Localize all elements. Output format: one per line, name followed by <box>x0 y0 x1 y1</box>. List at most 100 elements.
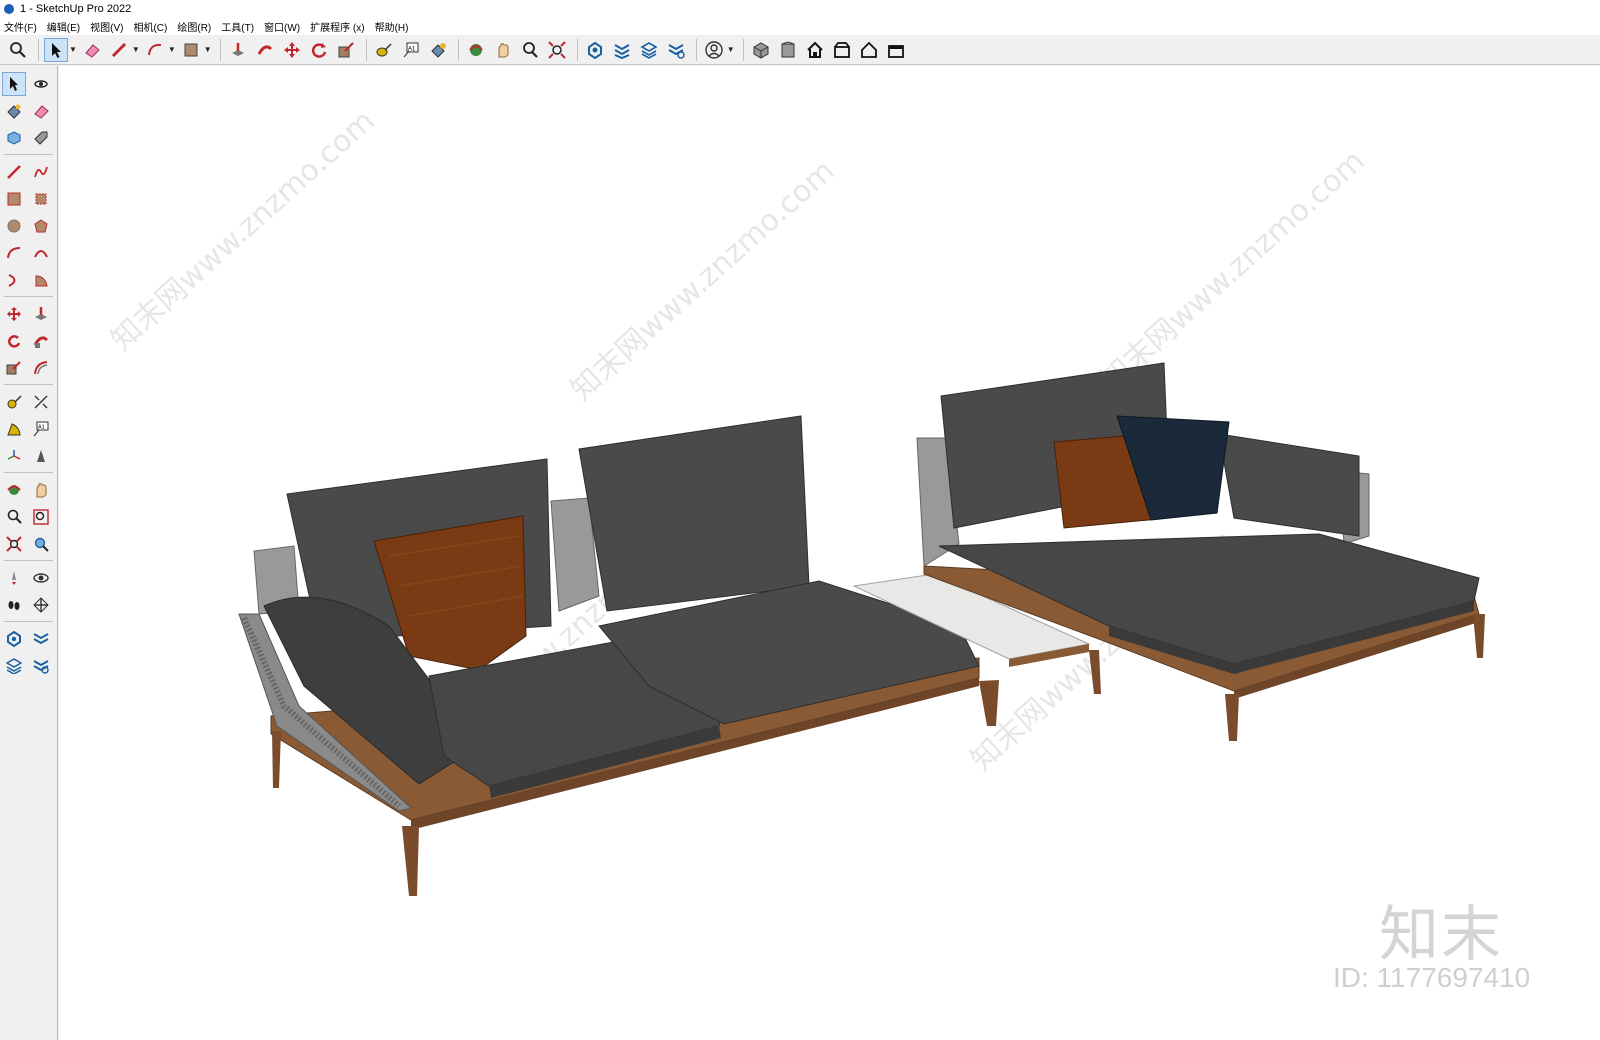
left-sofa-leg <box>979 680 999 726</box>
solid-tools-icon[interactable] <box>29 654 53 678</box>
rotated-rectangle-icon[interactable] <box>29 187 53 211</box>
walk-icon[interactable] <box>2 593 26 617</box>
front-view-icon[interactable] <box>776 38 800 62</box>
toolbar-separator <box>4 472 53 473</box>
zoom-icon[interactable] <box>2 505 26 529</box>
top-view-icon[interactable] <box>830 38 854 62</box>
pencil-dropdown-icon[interactable]: ▼ <box>132 45 140 54</box>
follow-me-icon[interactable] <box>253 38 277 62</box>
text-icon[interactable]: A1 <box>29 417 53 441</box>
follow-me-icon[interactable] <box>29 329 53 353</box>
axes-icon[interactable] <box>2 444 26 468</box>
right-view-icon[interactable] <box>884 38 908 62</box>
layout-icon[interactable] <box>2 654 26 678</box>
menu-bar: 文件(F) 编辑(E) 视图(V) 相机(C) 绘图(R) 工具(T) 窗口(W… <box>0 18 1600 35</box>
position-camera-icon[interactable] <box>2 566 26 590</box>
warehouse-icon[interactable] <box>2 627 26 651</box>
zoom-window-icon[interactable] <box>29 505 53 529</box>
select-icon[interactable] <box>2 71 26 96</box>
zoom-icon[interactable] <box>6 38 30 62</box>
tag-icon[interactable] <box>29 126 53 150</box>
account-dropdown-icon[interactable]: ▼ <box>727 45 735 54</box>
extension-warehouse-icon[interactable] <box>610 38 634 62</box>
menu-camera[interactable]: 相机(C) <box>133 19 167 34</box>
zoom-window-icon[interactable] <box>518 38 542 62</box>
arc-icon[interactable] <box>143 38 167 62</box>
zoom-extents-icon[interactable] <box>2 532 26 556</box>
select-dropdown-icon[interactable]: ▼ <box>69 45 77 54</box>
toolbar-separator <box>4 384 53 385</box>
section-plane-icon[interactable] <box>29 593 53 617</box>
offset-icon[interactable] <box>29 356 53 380</box>
right-sofa-leg <box>1225 694 1239 741</box>
push-pull-icon[interactable] <box>226 38 250 62</box>
3d-text-icon[interactable] <box>29 444 53 468</box>
home-icon[interactable] <box>803 38 827 62</box>
left-sofa-leg <box>402 826 419 896</box>
orbit-icon[interactable] <box>464 38 488 62</box>
tape-measure-icon[interactable] <box>372 38 396 62</box>
line-icon[interactable] <box>2 160 26 184</box>
scale-icon[interactable] <box>334 38 358 62</box>
component-icon[interactable] <box>2 126 26 150</box>
menu-window[interactable]: 窗口(W) <box>264 19 300 34</box>
arc-icon[interactable] <box>2 241 26 265</box>
sketchup-logo-icon <box>4 4 14 14</box>
scale-icon[interactable] <box>2 356 26 380</box>
rectangle-icon[interactable] <box>2 187 26 211</box>
right-sofa-leg <box>1473 614 1485 658</box>
extension-icon[interactable] <box>29 627 53 651</box>
pie-icon[interactable] <box>29 268 53 292</box>
toolbar-separator <box>742 38 744 61</box>
dimension-icon[interactable] <box>29 390 53 414</box>
circle-icon[interactable] <box>2 214 26 238</box>
menu-draw[interactable]: 绘图(R) <box>177 19 211 34</box>
text-icon[interactable]: A1 <box>399 38 423 62</box>
eraser-icon[interactable] <box>80 38 104 62</box>
freehand-icon[interactable] <box>29 160 53 184</box>
toolbar-separator <box>365 38 367 61</box>
tape-measure-icon[interactable] <box>2 390 26 414</box>
arc-dropdown-icon[interactable]: ▼ <box>168 45 176 54</box>
orbit-tool-icon[interactable] <box>2 478 26 502</box>
menu-edit[interactable]: 编辑(E) <box>47 19 80 34</box>
zoom-extents-icon[interactable] <box>545 38 569 62</box>
layout-icon[interactable] <box>637 38 661 62</box>
solid-tools-icon[interactable] <box>664 38 688 62</box>
look-around-icon[interactable] <box>29 566 53 590</box>
menu-extensions[interactable]: 扩展程序 (x) <box>310 19 364 34</box>
top-toolbar: ▼ ▼ ▼ ▼ A1 ▼ <box>0 35 1600 65</box>
previous-view-icon[interactable] <box>29 532 53 556</box>
orbit-icon[interactable] <box>29 72 53 96</box>
two-point-arc-icon[interactable] <box>29 241 53 265</box>
3d-viewport[interactable]: 知末网www.znzmo.com 知末网www.znzmo.com 知末网www… <box>59 66 1600 1040</box>
menu-view[interactable]: 视图(V) <box>90 19 123 34</box>
rectangle-icon[interactable] <box>179 38 203 62</box>
protractor-icon[interactable] <box>2 417 26 441</box>
iso-view-icon[interactable] <box>749 38 773 62</box>
paint-bucket-icon[interactable] <box>2 99 26 123</box>
move-icon[interactable] <box>280 38 304 62</box>
toolbar-separator <box>4 154 53 155</box>
polygon-icon[interactable] <box>29 214 53 238</box>
push-pull-icon[interactable] <box>29 302 53 326</box>
house-icon[interactable] <box>857 38 881 62</box>
menu-tools[interactable]: 工具(T) <box>221 19 254 34</box>
eraser-icon[interactable] <box>29 99 53 123</box>
menu-file[interactable]: 文件(F) <box>4 19 37 34</box>
pencil-icon[interactable] <box>107 38 131 62</box>
sofa-model[interactable] <box>59 66 1600 1040</box>
paint-bucket-icon[interactable] <box>426 38 450 62</box>
account-icon[interactable] <box>702 38 726 62</box>
pan-icon[interactable] <box>491 38 515 62</box>
menu-help[interactable]: 帮助(H) <box>375 19 409 34</box>
select-icon[interactable] <box>44 37 68 62</box>
move-icon[interactable] <box>2 302 26 326</box>
three-point-arc-icon[interactable] <box>2 268 26 292</box>
rotate-icon[interactable] <box>2 329 26 353</box>
rectangle-dropdown-icon[interactable]: ▼ <box>204 45 212 54</box>
warehouse-icon[interactable] <box>583 38 607 62</box>
pan-icon[interactable] <box>29 478 53 502</box>
toolbar-separator <box>457 38 459 61</box>
rotate-icon[interactable] <box>307 38 331 62</box>
